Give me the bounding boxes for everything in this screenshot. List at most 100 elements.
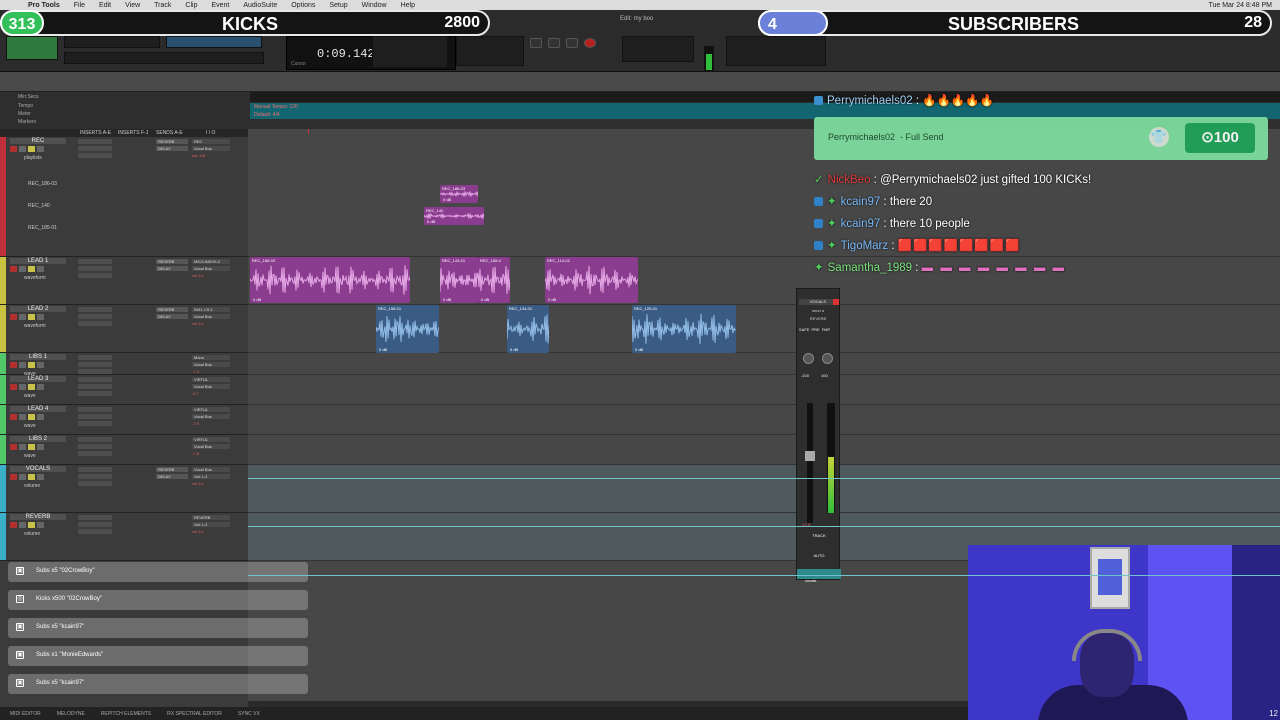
send-b[interactable]: DELAY — [156, 146, 188, 151]
output-selector[interactable]: Out 1-2 — [192, 474, 230, 479]
send-slots[interactable] — [156, 515, 188, 517]
track-view-selector[interactable]: volume — [24, 531, 40, 537]
input-selector[interactable]: MIC/LINE/HI-Z — [192, 259, 230, 264]
input-monitor-button[interactable] — [19, 362, 26, 368]
audio-clip[interactable]: REC_134-01 0 dB — [507, 305, 549, 353]
close-icon[interactable] — [833, 299, 839, 305]
track-view-selector[interactable]: volume — [24, 483, 40, 489]
play-button[interactable] — [566, 38, 578, 48]
send-a[interactable]: REVERB — [156, 139, 188, 144]
insert-slots[interactable] — [78, 307, 150, 337]
track-name[interactable]: REC — [10, 138, 66, 144]
output-selector[interactable]: Vocal Bus — [192, 414, 230, 419]
send-a[interactable]: REVERB — [156, 307, 188, 312]
io-slots[interactable]: REVERB Out 1-2 vol 0.0 — [192, 515, 230, 534]
output-selector[interactable]: Vocal Bus — [192, 314, 230, 319]
send-slots[interactable] — [156, 407, 188, 409]
mute-button[interactable] — [37, 384, 44, 390]
record-enable-button[interactable] — [10, 474, 17, 480]
record-enable-button[interactable] — [10, 314, 17, 320]
mute-button[interactable] — [37, 266, 44, 272]
track-name[interactable]: REVERB — [10, 514, 66, 520]
bottom-bar-tab[interactable]: SYNC VX — [238, 711, 260, 717]
input-selector[interactable]: VIRTUL — [192, 377, 230, 382]
audio-clip[interactable]: REC_140 0 dB — [424, 207, 484, 225]
volume-automation-line[interactable] — [248, 526, 1280, 527]
solo-button[interactable] — [28, 384, 35, 390]
insert-slots[interactable] — [78, 437, 150, 467]
audio-clip[interactable]: REC_143-01 0 dB — [440, 257, 478, 303]
track-name[interactable]: LEAD 1 — [10, 258, 66, 264]
track-view-selector[interactable]: waveform — [24, 275, 46, 281]
input-monitor-button[interactable] — [19, 474, 26, 480]
track-header[interactable]: LEAD 3 wave VIRTUL Vocal Bus -6.7 — [0, 375, 248, 405]
edit-mode-buttons[interactable] — [6, 36, 58, 60]
mute-button[interactable] — [37, 146, 44, 152]
mixer-send-2[interactable]: REVERB — [799, 316, 837, 321]
track-name[interactable]: VOCALS — [10, 466, 66, 472]
send-b[interactable]: DELAY — [156, 266, 188, 271]
io-slots[interactable]: MIC/LINE/HI-Z Vocal Bus vol 0.0 — [192, 259, 230, 278]
track-name[interactable]: LIBS 2 — [10, 436, 66, 442]
audio-clip[interactable]: REC_186-03 0 dB — [440, 185, 478, 203]
stop-button[interactable] — [548, 38, 560, 48]
output-selector[interactable]: Vocal Bus — [192, 384, 230, 389]
send-slots[interactable] — [156, 377, 188, 379]
audio-clip[interactable]: REC_185-0 0 dB — [478, 257, 510, 303]
solo-button[interactable] — [28, 414, 35, 420]
input-monitor-button[interactable] — [19, 266, 26, 272]
io-slots[interactable]: VIRTUL Vocal Bus -7.8 — [192, 437, 230, 456]
insert-slots[interactable] — [78, 139, 150, 169]
record-enable-button[interactable] — [10, 266, 17, 272]
input-selector[interactable]: REC — [192, 139, 230, 144]
audio-clip[interactable]: REC_114-02 0 dB — [545, 257, 638, 303]
mute-button[interactable] — [37, 362, 44, 368]
track-name[interactable]: LEAD 4 — [10, 406, 66, 412]
menu-item[interactable]: Edit — [99, 2, 111, 9]
audio-clip[interactable]: REC_158-01 0 dB — [376, 305, 439, 353]
record-enable-button[interactable] — [10, 362, 17, 368]
track-header[interactable]: LIBS 2 wave VIRTUL Vocal Bus -7.8 — [0, 435, 248, 465]
track-name[interactable]: LIBS 1 — [10, 354, 66, 360]
universe-overview[interactable] — [0, 72, 1280, 92]
record-enable-button[interactable] — [10, 146, 17, 152]
input-monitor-button[interactable] — [19, 314, 26, 320]
track-header[interactable]: VOCALS volume REVERB DELAY Vocal Bus Out 1-2 v… — [0, 465, 248, 513]
io-slots[interactable]: VIRTUL Vocal Bus -6.7 — [192, 377, 230, 396]
solo-button[interactable] — [28, 146, 35, 152]
mute-button[interactable] — [37, 314, 44, 320]
playlist-lane-name[interactable]: REC_140 — [28, 203, 50, 209]
track-view-selector[interactable]: wave — [24, 453, 36, 459]
send-slots[interactable]: REVERB DELAY — [156, 139, 188, 153]
nudge-toolbar[interactable] — [64, 52, 264, 64]
track-header[interactable]: REVERB volume REVERB Out 1-2 vol 0.0 — [0, 513, 248, 561]
grid-nudge-values[interactable] — [456, 36, 524, 66]
rewind-button[interactable] — [530, 38, 542, 48]
track-view-selector[interactable]: wave — [24, 423, 36, 429]
bottom-bar-tab[interactable]: REPITCH ELEMENTS — [101, 711, 151, 717]
output-selector[interactable]: Vocal Bus — [192, 146, 230, 151]
playhead[interactable] — [308, 129, 309, 133]
input-selector[interactable]: VIRTUL — [192, 437, 230, 442]
playlist-lane-name[interactable]: REC_185-01 — [28, 225, 57, 231]
mute-button[interactable] — [37, 414, 44, 420]
output-selector[interactable]: Vocal Bus — [192, 266, 230, 271]
edit-tools[interactable] — [166, 36, 262, 48]
solo-button[interactable] — [28, 314, 35, 320]
output-selector[interactable]: Vocal Bus — [192, 444, 230, 449]
track-view-selector[interactable]: waveform — [24, 323, 46, 329]
menu-item[interactable]: Setup — [329, 2, 347, 9]
record-button[interactable] — [584, 38, 596, 48]
mute-button[interactable] — [37, 474, 44, 480]
playlist-lane-name[interactable]: REC_186-03 — [28, 181, 57, 187]
mixer-send[interactable]: send a — [799, 308, 837, 313]
input-selector[interactable]: VIRTUL — [192, 407, 230, 412]
record-enable-button[interactable] — [10, 522, 17, 528]
record-enable-button[interactable] — [10, 414, 17, 420]
insert-slots[interactable] — [78, 259, 150, 289]
track-lane[interactable] — [248, 435, 1280, 465]
min-secs-ruler[interactable] — [250, 92, 1280, 102]
input-selector[interactable]: REVERB — [192, 515, 230, 520]
output-selector[interactable]: Vocal Bus — [192, 362, 230, 367]
track-lane[interactable] — [248, 375, 1280, 405]
